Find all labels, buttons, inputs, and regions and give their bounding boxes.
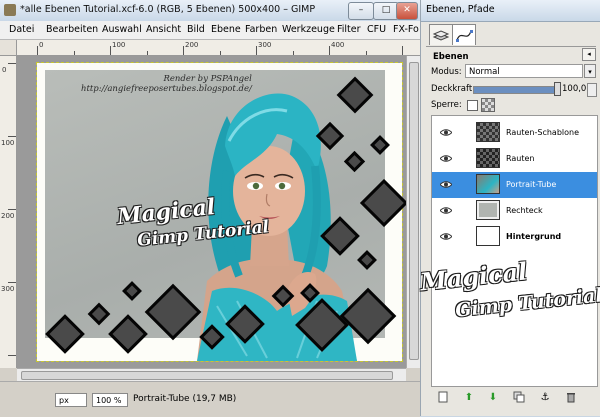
scrollbar-thumb[interactable] xyxy=(409,62,419,360)
layer-name: Portrait-Tube xyxy=(506,180,557,189)
menu-bar: Datei Bearbeiten Auswahl Ansicht Bild Eb… xyxy=(0,21,420,40)
layer-thumbnail xyxy=(476,174,500,194)
layers-dock: Ebenen, Pfade Ebenen ◂ Modus: Normal ▾ D… xyxy=(420,0,600,416)
menu-datei[interactable]: Datei xyxy=(9,24,34,35)
eye-icon[interactable] xyxy=(440,128,452,137)
opacity-fill xyxy=(474,87,560,93)
title-bar: *alle Ebenen Tutorial.xcf-6.0 (RGB, 5 Eb… xyxy=(0,0,420,22)
ruler-tick-label: 100 xyxy=(112,41,126,49)
window-title: *alle Ebenen Tutorial.xcf-6.0 (RGB, 5 Eb… xyxy=(20,4,316,15)
lock-alpha-icon[interactable] xyxy=(481,98,495,112)
delete-layer-icon[interactable] xyxy=(563,390,579,406)
menu-ebene[interactable]: Ebene xyxy=(211,24,241,35)
ruler-tick-label: 0 xyxy=(39,41,44,49)
menu-bild[interactable]: Bild xyxy=(187,24,205,35)
status-bar: px 100 % Portrait-Tube (19,7 MB) xyxy=(0,381,420,417)
tab-paths[interactable] xyxy=(452,24,476,45)
eye-icon[interactable] xyxy=(440,206,452,215)
gimp-app-icon xyxy=(4,4,16,16)
dock-tabs xyxy=(426,24,596,47)
dock-title: Ebenen, Pfade xyxy=(426,4,495,15)
eye-icon[interactable] xyxy=(440,180,452,189)
opacity-spinner[interactable] xyxy=(587,83,597,97)
vertical-ruler[interactable]: 0 100 200 300 xyxy=(0,56,17,368)
zoom-select[interactable]: 100 % xyxy=(92,393,128,407)
render-credit-line-2: http://angiefreeposertubes.blogspot.de/ xyxy=(81,84,252,94)
status-text: Portrait-Tube (19,7 MB) xyxy=(133,394,237,404)
render-credit-line-1: Render by PSPAngel xyxy=(163,74,252,84)
layer-row-rauten[interactable]: Rauten xyxy=(432,146,597,172)
lock-pixels-checkbox[interactable] xyxy=(467,100,478,111)
image-window: *alle Ebenen Tutorial.xcf-6.0 (RGB, 5 Eb… xyxy=(0,0,421,417)
layer-list: Rauten-Schablone Rauten Portrait-Tube Re… xyxy=(431,115,598,387)
menu-werkzeuge[interactable]: Werkzeuge xyxy=(282,24,335,35)
mode-label: Modus: xyxy=(431,67,462,77)
ruler-tick-label: 400 xyxy=(331,41,345,49)
lower-layer-icon[interactable]: ⬇ xyxy=(485,390,501,406)
layer-name: Hintergrund xyxy=(506,232,562,241)
layer-name: Rauten xyxy=(506,154,535,163)
unit-select[interactable]: px xyxy=(55,393,87,407)
ruler-tick-label: 300 xyxy=(258,41,272,49)
scrollbar-thumb[interactable] xyxy=(21,371,393,380)
render-credit: Render by PSPAngel http://angiefreeposer… xyxy=(81,74,252,94)
tab-layers[interactable] xyxy=(429,24,453,45)
layer-thumbnail xyxy=(476,200,500,220)
ruler-tick-label: 100 xyxy=(1,139,15,147)
layer-thumbnail xyxy=(476,226,500,246)
layer-toolbar: ⬆ ⬇ ⚓ xyxy=(431,388,596,406)
new-layer-icon[interactable] xyxy=(435,390,451,406)
menu-bearbeiten[interactable]: Bearbeiten xyxy=(46,24,98,35)
layer-row-portrait-tube[interactable]: Portrait-Tube xyxy=(432,172,597,198)
ruler-tick-label: 0 xyxy=(2,66,7,74)
layers-icon xyxy=(432,30,450,41)
layer-row-hintergrund[interactable]: Hintergrund xyxy=(432,224,597,250)
ruler-tick-label: 300 xyxy=(1,285,15,293)
mode-dropdown[interactable]: Normal xyxy=(465,64,583,78)
dock-title-bar: Ebenen, Pfade xyxy=(421,0,600,22)
lock-label: Sperre: xyxy=(431,100,462,110)
opacity-label: Deckkraft: xyxy=(431,84,476,94)
menu-auswahl[interactable]: Auswahl xyxy=(102,24,142,35)
horizontal-scrollbar[interactable] xyxy=(17,368,406,381)
duplicate-layer-icon[interactable] xyxy=(511,390,527,406)
minimize-button[interactable]: – xyxy=(348,2,374,20)
layer-row-rauten-schablone[interactable]: Rauten-Schablone xyxy=(432,120,597,146)
opacity-slider[interactable] xyxy=(473,86,561,94)
anchor-layer-icon[interactable]: ⚓ xyxy=(537,390,553,406)
ruler-tick-label: 200 xyxy=(185,41,199,49)
dock-menu-button[interactable]: ◂ xyxy=(582,48,596,61)
close-button[interactable]: ✕ xyxy=(396,2,418,20)
eye-icon[interactable] xyxy=(440,232,452,241)
layer-name: Rechteck xyxy=(506,206,543,215)
chevron-down-icon[interactable]: ▾ xyxy=(584,64,596,78)
layer-name: Rauten-Schablone xyxy=(506,128,580,137)
layer-thumbnail xyxy=(476,122,500,142)
menu-ansicht[interactable]: Ansicht xyxy=(146,24,181,35)
opacity-value[interactable]: 100,0 xyxy=(562,84,586,94)
ruler-corner[interactable] xyxy=(0,40,17,56)
menu-filter[interactable]: Filter xyxy=(337,24,361,35)
ruler-tick-label: 200 xyxy=(1,212,15,220)
layer-row-rechteck[interactable]: Rechteck xyxy=(432,198,597,224)
raise-layer-icon[interactable]: ⬆ xyxy=(461,390,477,406)
menu-fx-foundry[interactable]: FX-Fo xyxy=(393,24,419,35)
layer-thumbnail xyxy=(476,148,500,168)
section-heading: Ebenen xyxy=(433,52,469,62)
image-canvas[interactable]: Render by PSPAngel http://angiefreeposer… xyxy=(17,56,406,368)
horizontal-ruler[interactable]: 0 100 200 300 400 xyxy=(17,40,420,56)
menu-farben[interactable]: Farben xyxy=(245,24,277,35)
opacity-slider-handle[interactable] xyxy=(554,82,561,96)
vertical-scrollbar[interactable] xyxy=(406,56,421,368)
eye-icon[interactable] xyxy=(440,154,452,163)
paths-icon xyxy=(456,30,473,42)
menu-cfu[interactable]: CFU xyxy=(367,24,386,35)
